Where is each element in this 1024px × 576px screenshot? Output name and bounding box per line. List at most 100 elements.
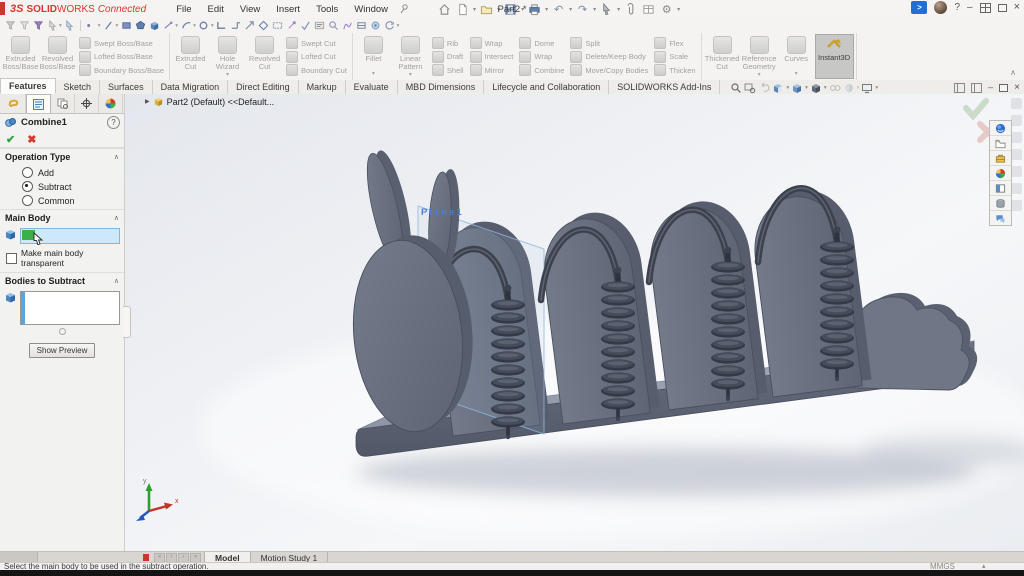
radio-add-circle[interactable] (22, 167, 33, 178)
select-tool-icon[interactable] (63, 20, 77, 32)
combine-button[interactable]: Combine (519, 64, 564, 76)
scale-button[interactable]: Scale (654, 51, 695, 63)
split-pane-2-icon[interactable] (971, 83, 982, 93)
radio-add[interactable]: Add (22, 167, 124, 178)
tab-sketch[interactable]: Sketch (56, 80, 101, 94)
lofted-boss-base-button[interactable]: Lofted Boss/Base (79, 51, 164, 63)
curves-button[interactable]: Curves ▾ (778, 34, 815, 79)
operation-type-section-header[interactable]: Operation Type ∧ (0, 148, 124, 164)
tab-lifecycle-collaboration[interactable]: Lifecycle and Collaboration (484, 80, 609, 94)
sketch-offset-icon[interactable] (257, 20, 271, 32)
sketch-text-icon[interactable] (313, 20, 327, 32)
table-icon[interactable] (640, 2, 657, 17)
user-avatar[interactable] (934, 1, 947, 14)
show-preview-button[interactable]: Show Preview (29, 343, 96, 358)
rib-button[interactable]: Rib (432, 37, 464, 49)
tree-expand-icon[interactable]: ▶ (145, 98, 150, 105)
sketch-measure-icon[interactable] (327, 20, 341, 32)
feature-manager-tab[interactable] (26, 94, 51, 113)
3d-model[interactable]: Plane1 (125, 94, 1024, 551)
nav-prev-button[interactable]: ‹ (166, 553, 177, 563)
display-manager-tab[interactable] (99, 94, 123, 113)
sketch-slot-icon[interactable] (161, 20, 175, 32)
hole-wizard-button[interactable]: Hole Wizard ▾ (209, 34, 246, 79)
thickened-cut-button[interactable]: Thickened Cut (704, 34, 741, 79)
menu-tools[interactable]: Tools (308, 2, 346, 17)
draft-button[interactable]: Draft (432, 51, 464, 63)
sketch-mirror-icon[interactable] (271, 20, 285, 32)
display-style-icon[interactable] (810, 82, 822, 94)
mirror-button[interactable]: Mirror (470, 64, 514, 76)
doc-restore-button[interactable] (999, 84, 1008, 92)
previous-view-icon[interactable] (758, 82, 770, 94)
pin-menu-icon[interactable] (398, 3, 410, 15)
help-icon[interactable]: ? (954, 2, 960, 13)
intersect-button[interactable]: Intersect (470, 51, 514, 63)
custom-properties-icon[interactable] (990, 196, 1011, 211)
help-circle-icon[interactable]: ? (107, 116, 120, 129)
radio-common[interactable]: Common (22, 195, 124, 206)
sketch-arc-icon[interactable] (179, 20, 193, 32)
hide-show-items-icon[interactable] (829, 82, 841, 94)
redo-icon[interactable]: ↷ (574, 2, 591, 17)
swept-cut-button[interactable]: Swept Cut (286, 37, 347, 49)
view-orientation-icon[interactable] (791, 82, 803, 94)
revolved-boss-base-button[interactable]: Revolved Boss/Base (39, 34, 76, 79)
tab-mbd-dimensions[interactable]: MBD Dimensions (398, 80, 485, 94)
nav-next-button[interactable]: › (178, 553, 189, 563)
sketch-view-icon[interactable] (369, 20, 383, 32)
delete-keep-body-button[interactable]: Delete/Keep Body (570, 51, 648, 63)
sketch-rectangle-icon[interactable] (119, 20, 133, 32)
graphics-viewport[interactable]: Plane1 ▶ Part2 (Default) <<Default... (125, 94, 1024, 551)
reference-geometry-button[interactable]: Reference Geometry ▾ (741, 34, 778, 79)
revolved-cut-button[interactable]: Revolved Cut (246, 34, 283, 79)
filter-icon[interactable] (3, 20, 17, 32)
sketch-section-icon[interactable] (355, 20, 369, 32)
instant3d-button[interactable]: Instant3D (815, 34, 854, 79)
menu-window[interactable]: Window (346, 2, 396, 17)
thicken-button[interactable]: Thicken (654, 64, 695, 76)
select-icon[interactable] (598, 2, 615, 17)
home-icon[interactable] (436, 2, 453, 17)
attachments-icon[interactable] (622, 2, 639, 17)
sketch-point-icon[interactable] (84, 20, 98, 32)
cancel-x-button[interactable]: ✖ (27, 133, 36, 146)
linear-pattern-button[interactable]: Linear Pattern ▾ (392, 34, 429, 79)
undo-icon[interactable]: ↶ (550, 2, 567, 17)
toolbox-icon[interactable] (990, 151, 1011, 166)
radio-subtract-circle[interactable] (22, 181, 33, 192)
dimxpert-manager-tab[interactable] (75, 94, 99, 113)
ribbon-collapse-icon[interactable]: ∧ (1010, 68, 1016, 77)
section-view-icon[interactable] (772, 82, 784, 94)
split-button[interactable]: Split (570, 37, 648, 49)
boundary-cut-button[interactable]: Boundary Cut (286, 64, 347, 76)
sketch-circle-icon[interactable] (197, 20, 211, 32)
menu-edit[interactable]: Edit (200, 2, 232, 17)
feature-tree-root[interactable]: ▶ Part2 (Default) <<Default... (145, 96, 274, 107)
main-body-selection-field[interactable] (20, 228, 120, 244)
lofted-cut-button[interactable]: Lofted Cut (286, 51, 347, 63)
sketch-corner-icon[interactable] (215, 20, 229, 32)
sketch-evaluate-icon[interactable] (341, 20, 355, 32)
nav-last-button[interactable]: » (190, 553, 201, 563)
shell-button[interactable]: Shell (432, 64, 464, 76)
sketch-rotate-icon[interactable] (383, 20, 397, 32)
open-icon[interactable] (478, 2, 495, 17)
swept-boss-base-button[interactable]: Swept Boss/Base (79, 37, 164, 49)
sketch-erase-icon[interactable] (285, 20, 299, 32)
filter-edges-icon[interactable] (31, 20, 45, 32)
appearances-icon[interactable] (843, 82, 855, 94)
tab-features[interactable]: Features (0, 78, 56, 94)
options-gear-icon[interactable]: ⚙ (658, 2, 675, 17)
confirm-ok-icon[interactable] (966, 101, 986, 116)
make-transparent-checkbox-row[interactable]: Make main body transparent (6, 248, 124, 268)
sketch-polygon-icon[interactable] (133, 20, 147, 32)
restore-button[interactable] (998, 4, 1007, 12)
zoom-area-icon[interactable] (744, 82, 756, 94)
bodies-to-subtract-section-header[interactable]: Bodies to Subtract ∧ (0, 272, 124, 288)
forum-icon[interactable] (990, 211, 1011, 225)
wrap-button[interactable]: Wrap (470, 37, 514, 49)
print-icon[interactable] (526, 2, 543, 17)
close-button[interactable]: × (1014, 1, 1020, 14)
extruded-boss-base-button[interactable]: Extruded Boss/Base (2, 34, 39, 79)
